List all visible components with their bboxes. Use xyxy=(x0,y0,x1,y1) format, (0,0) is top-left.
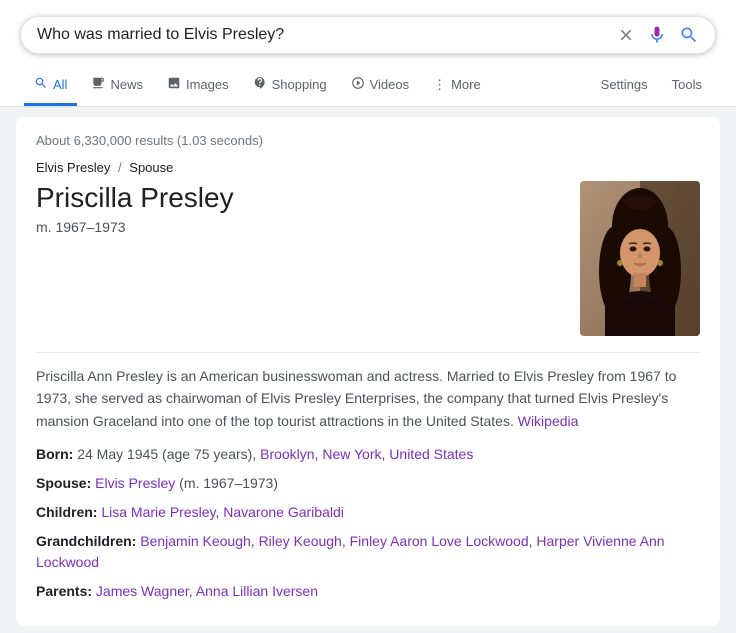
more-tab-icon: ⋮ xyxy=(433,77,446,93)
fact-children-link-1[interactable]: Lisa Marie Presley xyxy=(101,504,215,520)
fact-born: Born: 24 May 1945 (age 75 years), Brookl… xyxy=(36,444,700,465)
fact-children-label: Children: xyxy=(36,504,97,520)
tab-news[interactable]: News xyxy=(81,66,153,106)
person-photo xyxy=(580,181,700,336)
fact-spouse-label: Spouse: xyxy=(36,475,91,491)
clear-button[interactable] xyxy=(617,26,635,44)
fact-grandchild-link-3[interactable]: Finley Aaron Love Lockwood xyxy=(350,533,529,549)
description-text: Priscilla Ann Presley is an American bus… xyxy=(36,368,676,429)
person-card: Priscilla Presley m. 1967–1973 xyxy=(36,181,700,336)
breadcrumb-child: Spouse xyxy=(129,160,173,175)
fact-grandchild-link-2[interactable]: Riley Keough xyxy=(259,533,342,549)
fact-children-link-2[interactable]: Navarone Garibaldi xyxy=(223,504,344,520)
results-area: About 6,330,000 results (1.03 seconds) E… xyxy=(16,117,720,626)
person-married-dates: m. 1967–1973 xyxy=(36,219,560,235)
description: Priscilla Ann Presley is an American bus… xyxy=(36,365,700,432)
tab-tools[interactable]: Tools xyxy=(662,67,712,105)
search-box: Who was married to Elvis Presley? xyxy=(20,16,716,54)
results-count: About 6,330,000 results (1.03 seconds) xyxy=(36,133,700,148)
shopping-tab-icon xyxy=(253,76,267,93)
images-tab-icon xyxy=(167,76,181,93)
fact-grandchildren-label: Grandchildren: xyxy=(36,533,136,549)
tab-all[interactable]: All xyxy=(24,66,77,106)
fact-born-link-us[interactable]: United States xyxy=(389,446,473,462)
divider xyxy=(36,352,700,353)
fact-born-text: 24 May 1945 (age 75 years), xyxy=(77,446,260,462)
mic-button[interactable] xyxy=(647,25,667,45)
tab-settings-label: Settings xyxy=(601,77,648,92)
fact-grandchildren: Grandchildren: Benjamin Keough, Riley Ke… xyxy=(36,531,700,573)
person-name: Priscilla Presley xyxy=(36,181,560,215)
tab-images-label: Images xyxy=(186,77,229,92)
breadcrumb-separator: / xyxy=(118,160,125,175)
fact-children: Children: Lisa Marie Presley, Navarone G… xyxy=(36,502,700,523)
fact-grandchild-link-1[interactable]: Benjamin Keough xyxy=(140,533,251,549)
fact-spouse-link[interactable]: Elvis Presley xyxy=(95,475,175,491)
tab-videos-label: Videos xyxy=(370,77,410,92)
tab-news-label: News xyxy=(110,77,143,92)
tab-more[interactable]: ⋮ More xyxy=(423,67,491,106)
tab-more-label: More xyxy=(451,77,481,92)
tab-images[interactable]: Images xyxy=(157,66,239,106)
search-input[interactable]: Who was married to Elvis Presley? xyxy=(37,26,617,44)
fact-born-link-brooklyn[interactable]: Brooklyn xyxy=(260,446,314,462)
tab-settings[interactable]: Settings xyxy=(591,67,658,105)
fact-born-link-newyork[interactable]: New York xyxy=(322,446,381,462)
tab-shopping[interactable]: Shopping xyxy=(243,66,337,106)
news-tab-icon xyxy=(91,76,105,93)
fact-parents-label: Parents: xyxy=(36,583,92,599)
search-submit-button[interactable] xyxy=(679,25,699,45)
person-info: Priscilla Presley m. 1967–1973 xyxy=(36,181,560,235)
fact-spouse: Spouse: Elvis Presley (m. 1967–1973) xyxy=(36,473,700,494)
tab-all-label: All xyxy=(53,77,67,92)
fact-born-label: Born: xyxy=(36,446,73,462)
right-tabs: Settings Tools xyxy=(591,67,712,105)
fact-parents: Parents: James Wagner, Anna Lillian Iver… xyxy=(36,581,700,602)
search-tab-icon xyxy=(34,76,48,93)
tabs-row: All News Images Shopping Videos xyxy=(20,66,716,106)
breadcrumb: Elvis Presley / Spouse xyxy=(36,160,700,175)
fact-spouse-dates: (m. 1967–1973) xyxy=(175,475,278,491)
tab-videos[interactable]: Videos xyxy=(341,66,420,106)
tab-shopping-label: Shopping xyxy=(272,77,327,92)
fact-parents-link-1[interactable]: James Wagner xyxy=(96,583,189,599)
videos-tab-icon xyxy=(351,76,365,93)
breadcrumb-parent: Elvis Presley xyxy=(36,160,110,175)
tab-tools-label: Tools xyxy=(672,77,702,92)
fact-parents-link-2[interactable]: Anna Lillian Iversen xyxy=(196,583,318,599)
wikipedia-link[interactable]: Wikipedia xyxy=(518,413,579,429)
